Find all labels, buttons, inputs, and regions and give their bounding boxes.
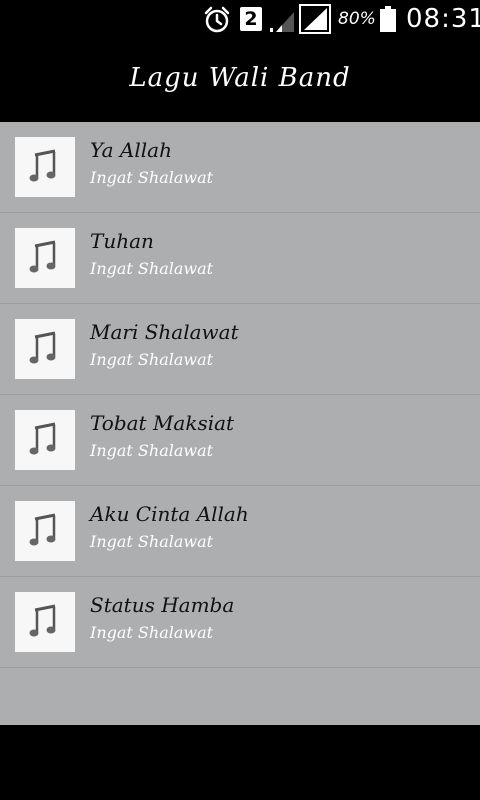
list-item[interactable]: Status Hamba Ingat Shalawat [0, 577, 480, 668]
song-subtitle: Ingat Shalawat [90, 532, 214, 551]
song-subtitle: Ingat Shalawat [90, 441, 214, 460]
list-item[interactable]: Ya Allah Ingat Shalawat [0, 122, 480, 213]
list-item[interactable]: Tobat Maksiat Ingat Shalawat [0, 395, 480, 486]
song-title: Tuhan [90, 229, 154, 253]
signal-icon [299, 4, 331, 34]
song-thumbnail [15, 592, 75, 652]
sim-slot-badge: 2 [240, 7, 262, 31]
list-item[interactable]: Aku Cinta Allah Ingat Shalawat [0, 486, 480, 577]
music-note-icon [29, 331, 56, 364]
alarm-icon [204, 6, 230, 33]
song-title: Status Hamba [90, 593, 235, 617]
list-item[interactable]: Tuhan Ingat Shalawat [0, 213, 480, 304]
song-subtitle: Ingat Shalawat [90, 259, 214, 278]
music-note-icon [29, 604, 56, 637]
battery-icon [380, 6, 396, 32]
signal-icon [270, 12, 294, 32]
music-note-icon [29, 422, 56, 455]
battery-percent: 80% [338, 9, 376, 29]
music-note-icon [29, 513, 56, 546]
page-title: Lagu Wali Band [129, 63, 351, 93]
song-thumbnail [15, 319, 75, 379]
song-thumbnail [15, 228, 75, 288]
song-title: Aku Cinta Allah [90, 502, 249, 526]
song-title: Mari Shalawat [90, 320, 239, 344]
music-note-icon [29, 240, 56, 273]
song-thumbnail [15, 501, 75, 561]
bottom-bar [0, 725, 480, 800]
song-subtitle: Ingat Shalawat [90, 623, 214, 642]
song-subtitle: Ingat Shalawat [90, 168, 214, 187]
song-thumbnail [15, 410, 75, 470]
list-item[interactable]: Mari Shalawat Ingat Shalawat [0, 304, 480, 395]
song-title: Ya Allah [90, 138, 172, 162]
song-subtitle: Ingat Shalawat [90, 350, 214, 369]
song-title: Tobat Maksiat [90, 411, 235, 435]
music-note-icon [29, 149, 56, 182]
clock: 08:31 [406, 4, 480, 34]
status-bar: 2 80% 08:31 [0, 0, 480, 38]
song-thumbnail [15, 137, 75, 197]
song-list: Ya Allah Ingat Shalawat Tuhan Ingat Shal… [0, 122, 480, 725]
app-title-bar: Lagu Wali Band [0, 38, 480, 122]
